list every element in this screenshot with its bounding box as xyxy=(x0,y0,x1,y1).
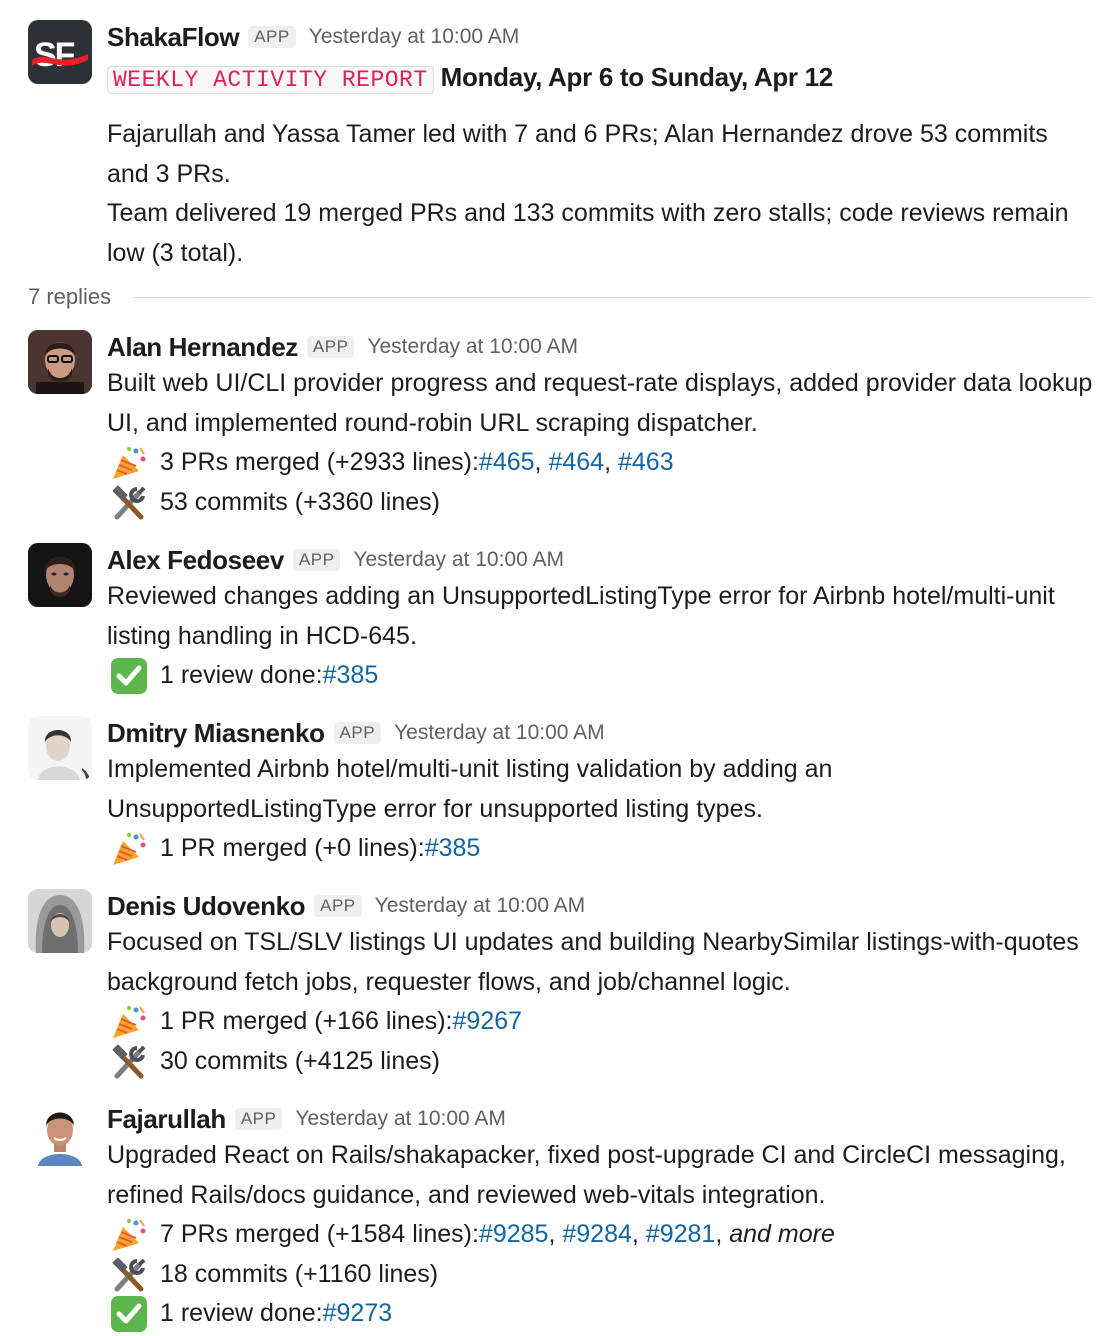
reviews-line: 1 review done: #385 xyxy=(107,656,1094,696)
prs-merged-line: 1 PR merged (+166 lines): #9267 xyxy=(107,1002,1094,1042)
hammer-and-wrench-icon xyxy=(107,1255,151,1293)
sender-name[interactable]: ShakaFlow xyxy=(107,22,240,53)
alex-fedoseev-avatar-icon xyxy=(28,543,92,607)
app-badge: APP xyxy=(292,549,341,571)
party-popper-icon xyxy=(107,1003,151,1041)
timestamp[interactable]: Yesterday at 10:00 AM xyxy=(309,25,520,49)
pr-link[interactable]: #385 xyxy=(425,829,481,869)
pr-link[interactable]: #9284 xyxy=(562,1215,632,1255)
reply-message: Fajarullah APP Yesterday at 10:00 AM Upg… xyxy=(28,1102,1094,1334)
timestamp[interactable]: Yesterday at 10:00 AM xyxy=(394,721,605,745)
app-badge: APP xyxy=(306,336,355,358)
commits-label: 30 commits (+4125 lines) xyxy=(160,1046,440,1075)
hammer-and-wrench-icon xyxy=(107,1042,151,1080)
reply-message: Denis Udovenko APP Yesterday at 10:00 AM… xyxy=(28,889,1094,1081)
report-date: Monday, Apr 6 to Sunday, Apr 12 xyxy=(440,62,834,92)
pr-link[interactable]: #9267 xyxy=(453,1002,523,1042)
denis-udovenko-avatar-icon xyxy=(28,889,92,953)
fajarullah-avatar-icon xyxy=(28,1102,92,1166)
sender-name[interactable]: Denis Udovenko xyxy=(107,891,306,922)
sender-name[interactable]: Alex Fedoseev xyxy=(107,545,284,576)
reply-message: Alex Fedoseev APP Yesterday at 10:00 AM … xyxy=(28,543,1094,696)
pr-link[interactable]: #463 xyxy=(618,443,674,483)
summary-text-1: Fajarullah and Yassa Tamer led with 7 an… xyxy=(107,120,1048,188)
summary-text-2: Team delivered 19 merged PRs and 133 com… xyxy=(107,199,1069,267)
avatar[interactable] xyxy=(28,889,92,953)
party-popper-icon xyxy=(107,444,151,482)
commits-line: 53 commits (+3360 lines) xyxy=(107,483,1094,523)
shakaflow-logo-avatar[interactable]: SF xyxy=(28,20,92,84)
avatar[interactable] xyxy=(28,716,92,780)
reply-text: Implemented Airbnb hotel/multi-unit list… xyxy=(107,755,833,823)
commits-label: 53 commits (+3360 lines) xyxy=(160,487,440,516)
pr-link[interactable]: #465 xyxy=(479,443,535,483)
reviews-line: 1 review done: #9273 xyxy=(107,1294,1094,1334)
reply-text: Reviewed changes adding an UnsupportedLi… xyxy=(107,582,1055,650)
reply-message: Alan Hernandez APP Yesterday at 10:00 AM… xyxy=(28,330,1094,522)
replies-divider: 7 replies xyxy=(28,284,1092,310)
replies-count[interactable]: 7 replies xyxy=(28,284,111,310)
alan-hernandez-avatar-icon xyxy=(28,330,92,394)
and-more-text: and more xyxy=(729,1220,835,1248)
pr-link[interactable]: #385 xyxy=(323,656,379,696)
party-popper-icon xyxy=(107,1216,151,1254)
avatar[interactable] xyxy=(28,543,92,607)
timestamp[interactable]: Yesterday at 10:00 AM xyxy=(375,894,586,918)
main-message: SF ShakaFlow APP Yesterday at 10:00 AM W… xyxy=(28,20,1094,273)
reply-message: Dmitry Miasnenko APP Yesterday at 10:00 … xyxy=(28,716,1094,869)
hammer-and-wrench-icon xyxy=(107,483,151,521)
timestamp[interactable]: Yesterday at 10:00 AM xyxy=(295,1107,506,1131)
prs-merged-line: 3 PRs merged (+2933 lines): #465, #464, … xyxy=(107,443,1094,483)
timestamp[interactable]: Yesterday at 10:00 AM xyxy=(353,548,564,572)
sender-name[interactable]: Dmitry Miasnenko xyxy=(107,718,325,749)
sender-name[interactable]: Fajarullah xyxy=(107,1104,226,1135)
avatar[interactable] xyxy=(28,330,92,394)
sender-name[interactable]: Alan Hernandez xyxy=(107,332,298,363)
divider-line xyxy=(133,296,1092,298)
commits-line: 18 commits (+1160 lines) xyxy=(107,1255,1094,1295)
timestamp[interactable]: Yesterday at 10:00 AM xyxy=(367,335,578,359)
reviews-label: 1 review done: xyxy=(160,1299,323,1327)
app-badge: APP xyxy=(314,895,362,917)
prs-label: 1 PR merged (+0 lines): xyxy=(160,834,425,862)
reply-text: Built web UI/CLI provider progress and r… xyxy=(107,369,1093,437)
pr-link[interactable]: #9281 xyxy=(646,1215,716,1255)
check-mark-icon xyxy=(107,1295,151,1333)
report-tag: WEEKLY ACTIVITY REPORT xyxy=(107,66,434,94)
prs-label: 7 PRs merged (+1584 lines): xyxy=(160,1220,479,1248)
reply-text: Focused on TSL/SLV listings UI updates a… xyxy=(107,928,1079,996)
avatar[interactable] xyxy=(28,1102,92,1166)
reply-text: Upgraded React on Rails/shakapacker, fix… xyxy=(107,1141,1066,1209)
shakaflow-logo-icon: SF xyxy=(32,36,88,74)
app-badge: APP xyxy=(248,26,296,48)
reviews-label: 1 review done: xyxy=(160,661,323,689)
pr-link[interactable]: #9273 xyxy=(323,1294,393,1334)
dmitry-miasnenko-avatar-icon xyxy=(28,716,92,780)
prs-label: 1 PR merged (+166 lines): xyxy=(160,1007,453,1035)
commits-line: 30 commits (+4125 lines) xyxy=(107,1042,1094,1082)
prs-label: 3 PRs merged (+2933 lines): xyxy=(160,448,479,476)
check-mark-icon xyxy=(107,657,151,695)
pr-link[interactable]: #464 xyxy=(548,443,604,483)
prs-merged-line: 1 PR merged (+0 lines): #385 xyxy=(107,829,1094,869)
logo-text: SF xyxy=(34,36,75,74)
app-badge: APP xyxy=(333,722,382,744)
app-badge: APP xyxy=(234,1108,283,1130)
commits-label: 18 commits (+1160 lines) xyxy=(160,1259,439,1288)
party-popper-icon xyxy=(107,830,151,868)
pr-link[interactable]: #9285 xyxy=(479,1215,549,1255)
prs-merged-line: 7 PRs merged (+1584 lines): #9285, #9284… xyxy=(107,1215,1094,1255)
